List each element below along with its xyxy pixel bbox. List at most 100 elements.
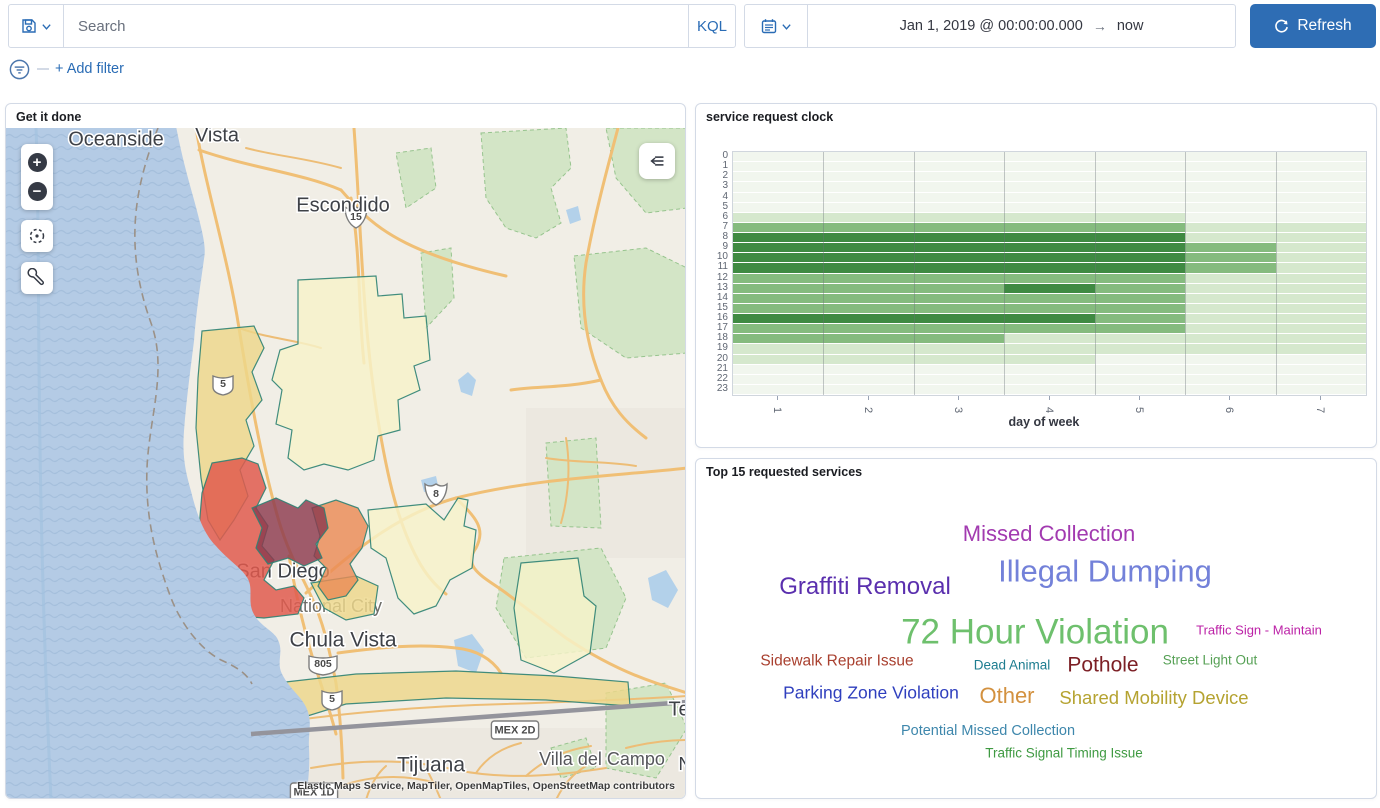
heatmap-cell[interactable] [1095, 365, 1185, 374]
heatmap-cell[interactable] [1276, 243, 1366, 252]
heatmap-cell[interactable] [733, 284, 823, 293]
heatmap-cell[interactable] [733, 334, 823, 343]
heatmap-cell[interactable] [733, 355, 823, 364]
heatmap-cell[interactable] [1276, 304, 1366, 313]
heatmap-cell[interactable] [1276, 385, 1366, 394]
heatmap-cell[interactable] [1095, 263, 1185, 272]
heatmap-cell[interactable] [1276, 365, 1366, 374]
heatmap-cell[interactable] [1004, 172, 1094, 181]
heatmap-cell[interactable] [1185, 182, 1275, 191]
heatmap-cell[interactable] [733, 243, 823, 252]
heatmap-cell[interactable] [1095, 334, 1185, 343]
kql-language-button[interactable]: KQL [688, 5, 735, 47]
heatmap-cell[interactable] [1276, 172, 1366, 181]
heatmap-cell[interactable] [1185, 344, 1275, 353]
heatmap-cell[interactable] [1095, 203, 1185, 212]
heatmap-cell[interactable] [1185, 223, 1275, 232]
heatmap-cell[interactable] [1276, 355, 1366, 364]
heatmap-cell[interactable] [1276, 253, 1366, 262]
heatmap-cell[interactable] [823, 253, 913, 262]
heatmap-cell[interactable] [914, 182, 1004, 191]
heatmap-cell[interactable] [823, 344, 913, 353]
heatmap-cell[interactable] [1004, 294, 1094, 303]
tagcloud-word[interactable]: Illegal Dumping [998, 556, 1212, 587]
heatmap-cell[interactable] [1004, 263, 1094, 272]
heatmap-cell[interactable] [1095, 253, 1185, 262]
heatmap-cell[interactable] [823, 284, 913, 293]
heatmap-cell[interactable] [1185, 375, 1275, 384]
heatmap-cell[interactable] [914, 294, 1004, 303]
heatmap-cell[interactable] [733, 365, 823, 374]
refresh-button[interactable]: Refresh [1250, 4, 1376, 48]
heatmap-cell[interactable] [1095, 243, 1185, 252]
heatmap-cell[interactable] [1095, 385, 1185, 394]
date-range-end[interactable]: now [1117, 18, 1144, 34]
heatmap-cell[interactable] [733, 385, 823, 394]
heatmap-cell[interactable] [1276, 193, 1366, 202]
heatmap-cell[interactable] [1276, 223, 1366, 232]
heatmap-cell[interactable] [914, 274, 1004, 283]
heatmap-cell[interactable] [914, 263, 1004, 272]
heatmap-cell[interactable] [914, 284, 1004, 293]
heatmap-cell[interactable] [1095, 162, 1185, 171]
heatmap-cell[interactable] [1095, 274, 1185, 283]
heatmap-cell[interactable] [1004, 223, 1094, 232]
heatmap-cell[interactable] [823, 304, 913, 313]
heatmap-cell[interactable] [914, 213, 1004, 222]
tagcloud-word[interactable]: Pothole [1067, 655, 1138, 676]
heatmap-cell[interactable] [1095, 304, 1185, 313]
heatmap-cell[interactable] [823, 314, 913, 323]
heatmap-cell[interactable] [733, 304, 823, 313]
heatmap-cell[interactable] [823, 182, 913, 191]
heatmap-cell[interactable] [914, 243, 1004, 252]
heatmap-cell[interactable] [1185, 152, 1275, 161]
heatmap-cell[interactable] [823, 172, 913, 181]
heatmap-cell[interactable] [1004, 375, 1094, 384]
heatmap-cell[interactable] [1095, 223, 1185, 232]
heatmap-cell[interactable] [1004, 233, 1094, 242]
heatmap-cell[interactable] [1185, 162, 1275, 171]
heatmap-cell[interactable] [1185, 304, 1275, 313]
heatmap-cell[interactable] [733, 172, 823, 181]
heatmap-cell[interactable] [1185, 294, 1275, 303]
heatmap-cell[interactable] [1004, 355, 1094, 364]
tagcloud-word[interactable]: Missed Collection [963, 523, 1135, 545]
heatmap-cell[interactable] [823, 162, 913, 171]
heatmap-cell[interactable] [1276, 375, 1366, 384]
heatmap-cell[interactable] [1004, 324, 1094, 333]
heatmap-cell[interactable] [1185, 274, 1275, 283]
heatmap-cell[interactable] [823, 355, 913, 364]
heatmap-cell[interactable] [823, 223, 913, 232]
heatmap-cell[interactable] [1276, 274, 1366, 283]
heatmap-cell[interactable] [914, 162, 1004, 171]
tagcloud-word[interactable]: Traffic Sign - Maintain [1196, 624, 1322, 637]
heatmap-cell[interactable] [823, 152, 913, 161]
tagcloud-word[interactable]: Dead Animal [974, 658, 1051, 672]
heatmap-cell[interactable] [1004, 203, 1094, 212]
heatmap-cell[interactable] [1185, 172, 1275, 181]
heatmap-cell[interactable] [1004, 253, 1094, 262]
heatmap-cell[interactable] [914, 223, 1004, 232]
heatmap-cell[interactable] [823, 193, 913, 202]
quick-select-menu-button[interactable] [745, 5, 808, 47]
heatmap-cell[interactable] [1095, 193, 1185, 202]
heatmap-cell[interactable] [733, 193, 823, 202]
heatmap-cell[interactable] [914, 375, 1004, 384]
tagcloud-word[interactable]: 72 Hour Violation [901, 615, 1169, 650]
heatmap-cell[interactable] [1095, 344, 1185, 353]
heatmap-cell[interactable] [1185, 385, 1275, 394]
tagcloud-word[interactable]: Parking Zone Violation [783, 684, 959, 702]
heatmap-cell[interactable] [1276, 344, 1366, 353]
heatmap-cell[interactable] [914, 385, 1004, 394]
heatmap-cell[interactable] [733, 375, 823, 384]
heatmap-cell[interactable] [914, 253, 1004, 262]
heatmap-cell[interactable] [1276, 213, 1366, 222]
tools-button[interactable] [21, 262, 53, 294]
zoom-in-button[interactable]: + [28, 153, 47, 172]
heatmap-cell[interactable] [823, 385, 913, 394]
heatmap-cell[interactable] [1004, 243, 1094, 252]
heatmap-cell[interactable] [1185, 324, 1275, 333]
heatmap-cell[interactable] [914, 334, 1004, 343]
saved-query-menu-button[interactable] [9, 5, 64, 47]
heatmap-cell[interactable] [1004, 193, 1094, 202]
